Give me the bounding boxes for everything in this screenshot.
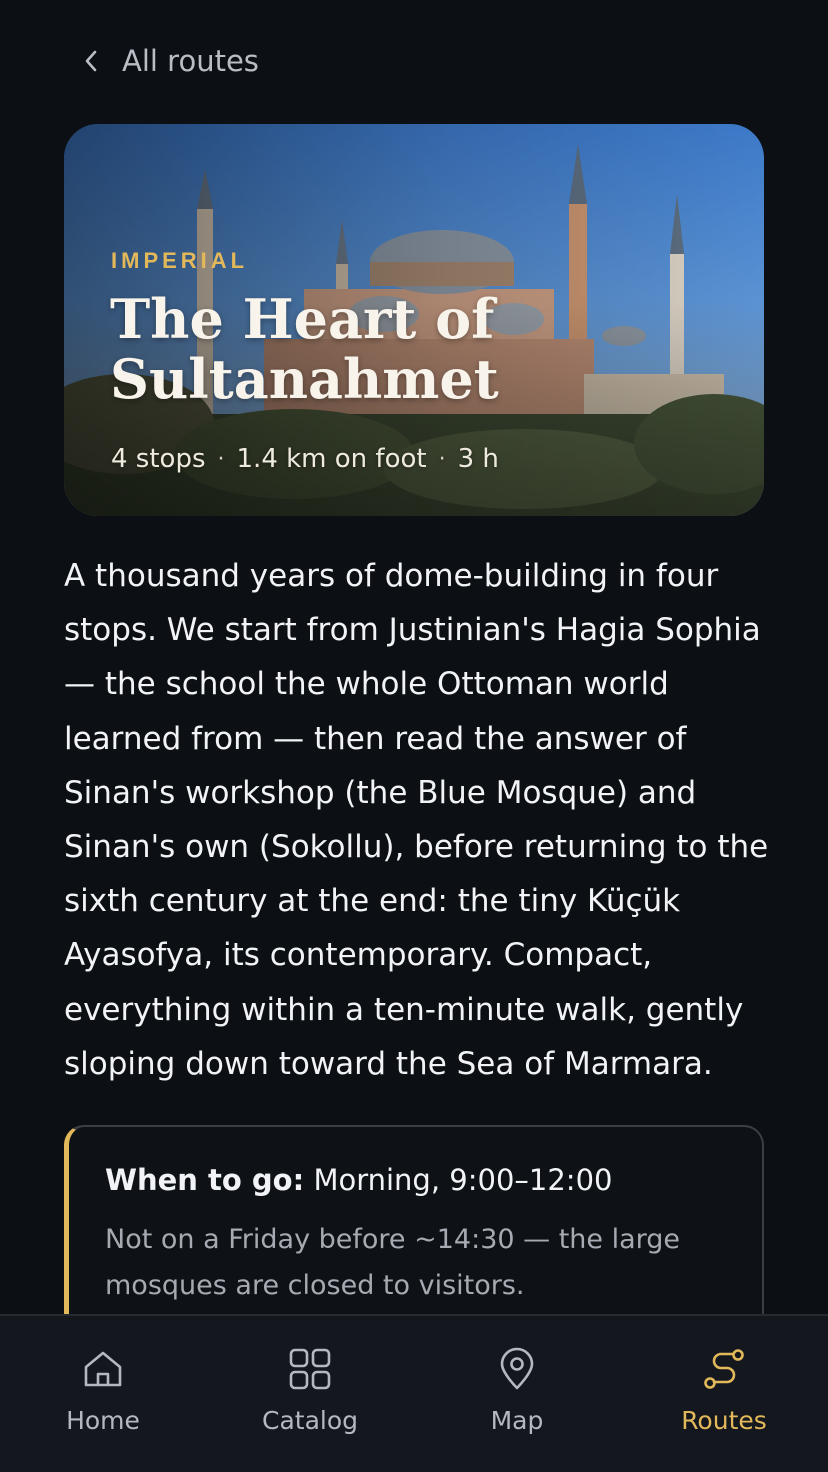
when-to-go-line: When to go: Morning, 9:00–12:00 <box>105 1163 612 1197</box>
map-pin-icon <box>500 1347 534 1390</box>
grid-icon <box>289 1348 331 1390</box>
route-stops: 4 stops <box>111 444 206 474</box>
route-category: IMPERIAL <box>111 248 249 273</box>
tab-home[interactable]: Home <box>3 1346 203 1446</box>
home-icon <box>84 1351 122 1387</box>
back-link[interactable]: All routes <box>80 44 259 78</box>
chevron-left-icon <box>85 50 97 72</box>
when-to-go-label: When to go: <box>105 1163 305 1197</box>
when-to-go-card: When to go: Morning, 9:00–12:00 Not on a… <box>64 1125 764 1345</box>
tab-catalog[interactable]: Catalog <box>210 1346 410 1446</box>
route-title: The Heart of Sultanahmet <box>110 287 499 411</box>
route-description: A thousand years of dome-building in fou… <box>64 558 769 1082</box>
when-to-go-note: Not on a Friday before ~14:30 — the larg… <box>105 1224 681 1301</box>
tab-routes[interactable]: Routes <box>624 1346 824 1446</box>
meta-separator: · <box>438 446 446 472</box>
when-to-go-value: Morning, 9:00–12:00 <box>313 1163 613 1197</box>
route-meta: 4 stops · 1.4 km on foot · 3 h <box>111 444 499 474</box>
route-distance: 1.4 km on foot <box>236 444 427 474</box>
route-duration: 3 h <box>457 444 499 474</box>
route-icon <box>704 1349 744 1389</box>
bottom-tab-bar: Home Catalog Map Routes <box>0 1314 828 1472</box>
tab-routes-label: Routes <box>681 1406 767 1435</box>
tab-home-label: Home <box>66 1406 140 1435</box>
tab-map[interactable]: Map <box>417 1346 617 1446</box>
route-hero-card: IMPERIAL The Heart of Sultanahmet 4 stop… <box>64 124 764 516</box>
route-detail-screen: All routes IMPERIAL The Heart of Sultana… <box>0 0 828 1472</box>
meta-separator: · <box>217 446 225 472</box>
tab-catalog-label: Catalog <box>261 1406 358 1435</box>
back-link-label: All routes <box>122 44 259 78</box>
tab-map-label: Map <box>490 1406 544 1435</box>
